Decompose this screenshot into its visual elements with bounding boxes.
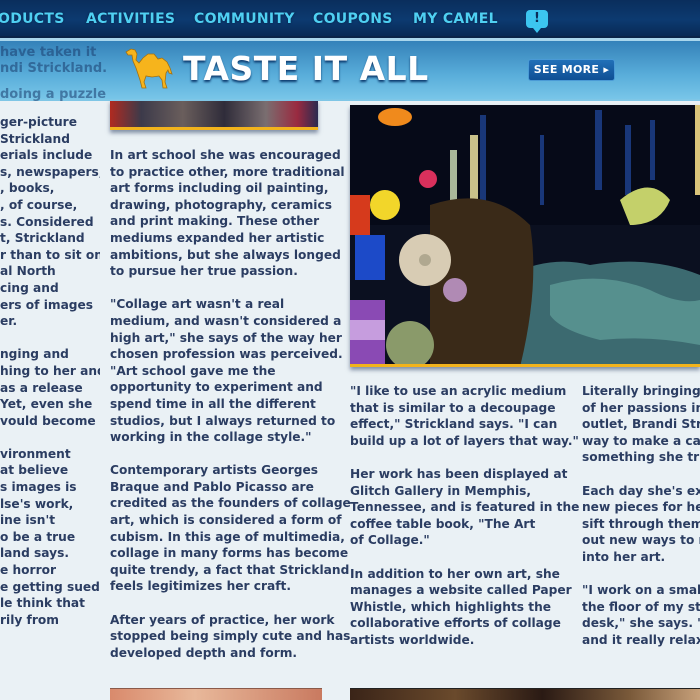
article-paragraph: "I like to use an acrylic medium that is… (350, 384, 579, 448)
article-paragraph: "I work on a small s the floor of my stu… (582, 583, 700, 647)
article-paragraph: Contemporary artists Georges Braque and … (110, 463, 351, 594)
nav-item-community[interactable]: COMMUNITY (194, 9, 295, 29)
article-paragraph: Her work has been displayed at Glitch Ga… (350, 466, 580, 548)
bottom-right-image (350, 688, 700, 700)
article-paragraph: Literally bringing to of her passions in… (582, 384, 700, 465)
bottom-left-image (110, 688, 322, 700)
article-paragraph: vironment at believe s images is lse's w… (0, 446, 100, 627)
ghost-text-line: doing a puzzle (0, 87, 107, 102)
top-navigation-bar: ODUCTS ACTIVITIES COMMUNITY COUPONS MY C… (0, 0, 700, 38)
article-paragraph: After years of practice, her work stoppe… (110, 612, 351, 660)
nav-item-products[interactable]: ODUCTS (0, 9, 65, 29)
article-paragraph: ger-picture Strickland erials include s,… (0, 115, 100, 329)
camel-logo-icon (125, 48, 173, 89)
ghost-text-line: have taken it (0, 45, 97, 60)
article-column-4: Literally bringing to of her passions in… (582, 383, 700, 665)
nav-item-coupons[interactable]: COUPONS (313, 9, 393, 29)
collage-artwork-image (350, 105, 700, 367)
see-more-button[interactable]: SEE MORE ▸ (528, 59, 615, 81)
nav-item-activities[interactable]: ACTIVITIES (86, 9, 175, 29)
article-paragraph: "Collage art wasn't a real medium, and w… (110, 297, 343, 445)
article-column-1: ger-picture Strickland erials include s,… (0, 114, 100, 645)
collage-artwork-illustration (350, 105, 700, 364)
nav-item-my-camel[interactable]: MY CAMEL (413, 9, 498, 29)
banner-title: TASTE IT ALL (183, 49, 429, 88)
ghost-text-line: ndi Strickland. (0, 61, 108, 76)
article-paragraph: nging and hing to her and as a release Y… (0, 347, 100, 428)
article-column-2: In art school she was encouraged to prac… (110, 147, 351, 678)
collage-thumbnail-image (110, 100, 318, 130)
article-paragraph: In art school she was encouraged to prac… (110, 148, 345, 279)
alert-speech-bubble-icon[interactable]: ! (526, 10, 548, 33)
article-column-3: "I like to use an acrylic medium that is… (350, 383, 580, 665)
article-paragraph: Each day she's exci new pieces for her s… (582, 483, 700, 564)
article-paragraph: In addition to her own art, she manages … (350, 566, 572, 647)
